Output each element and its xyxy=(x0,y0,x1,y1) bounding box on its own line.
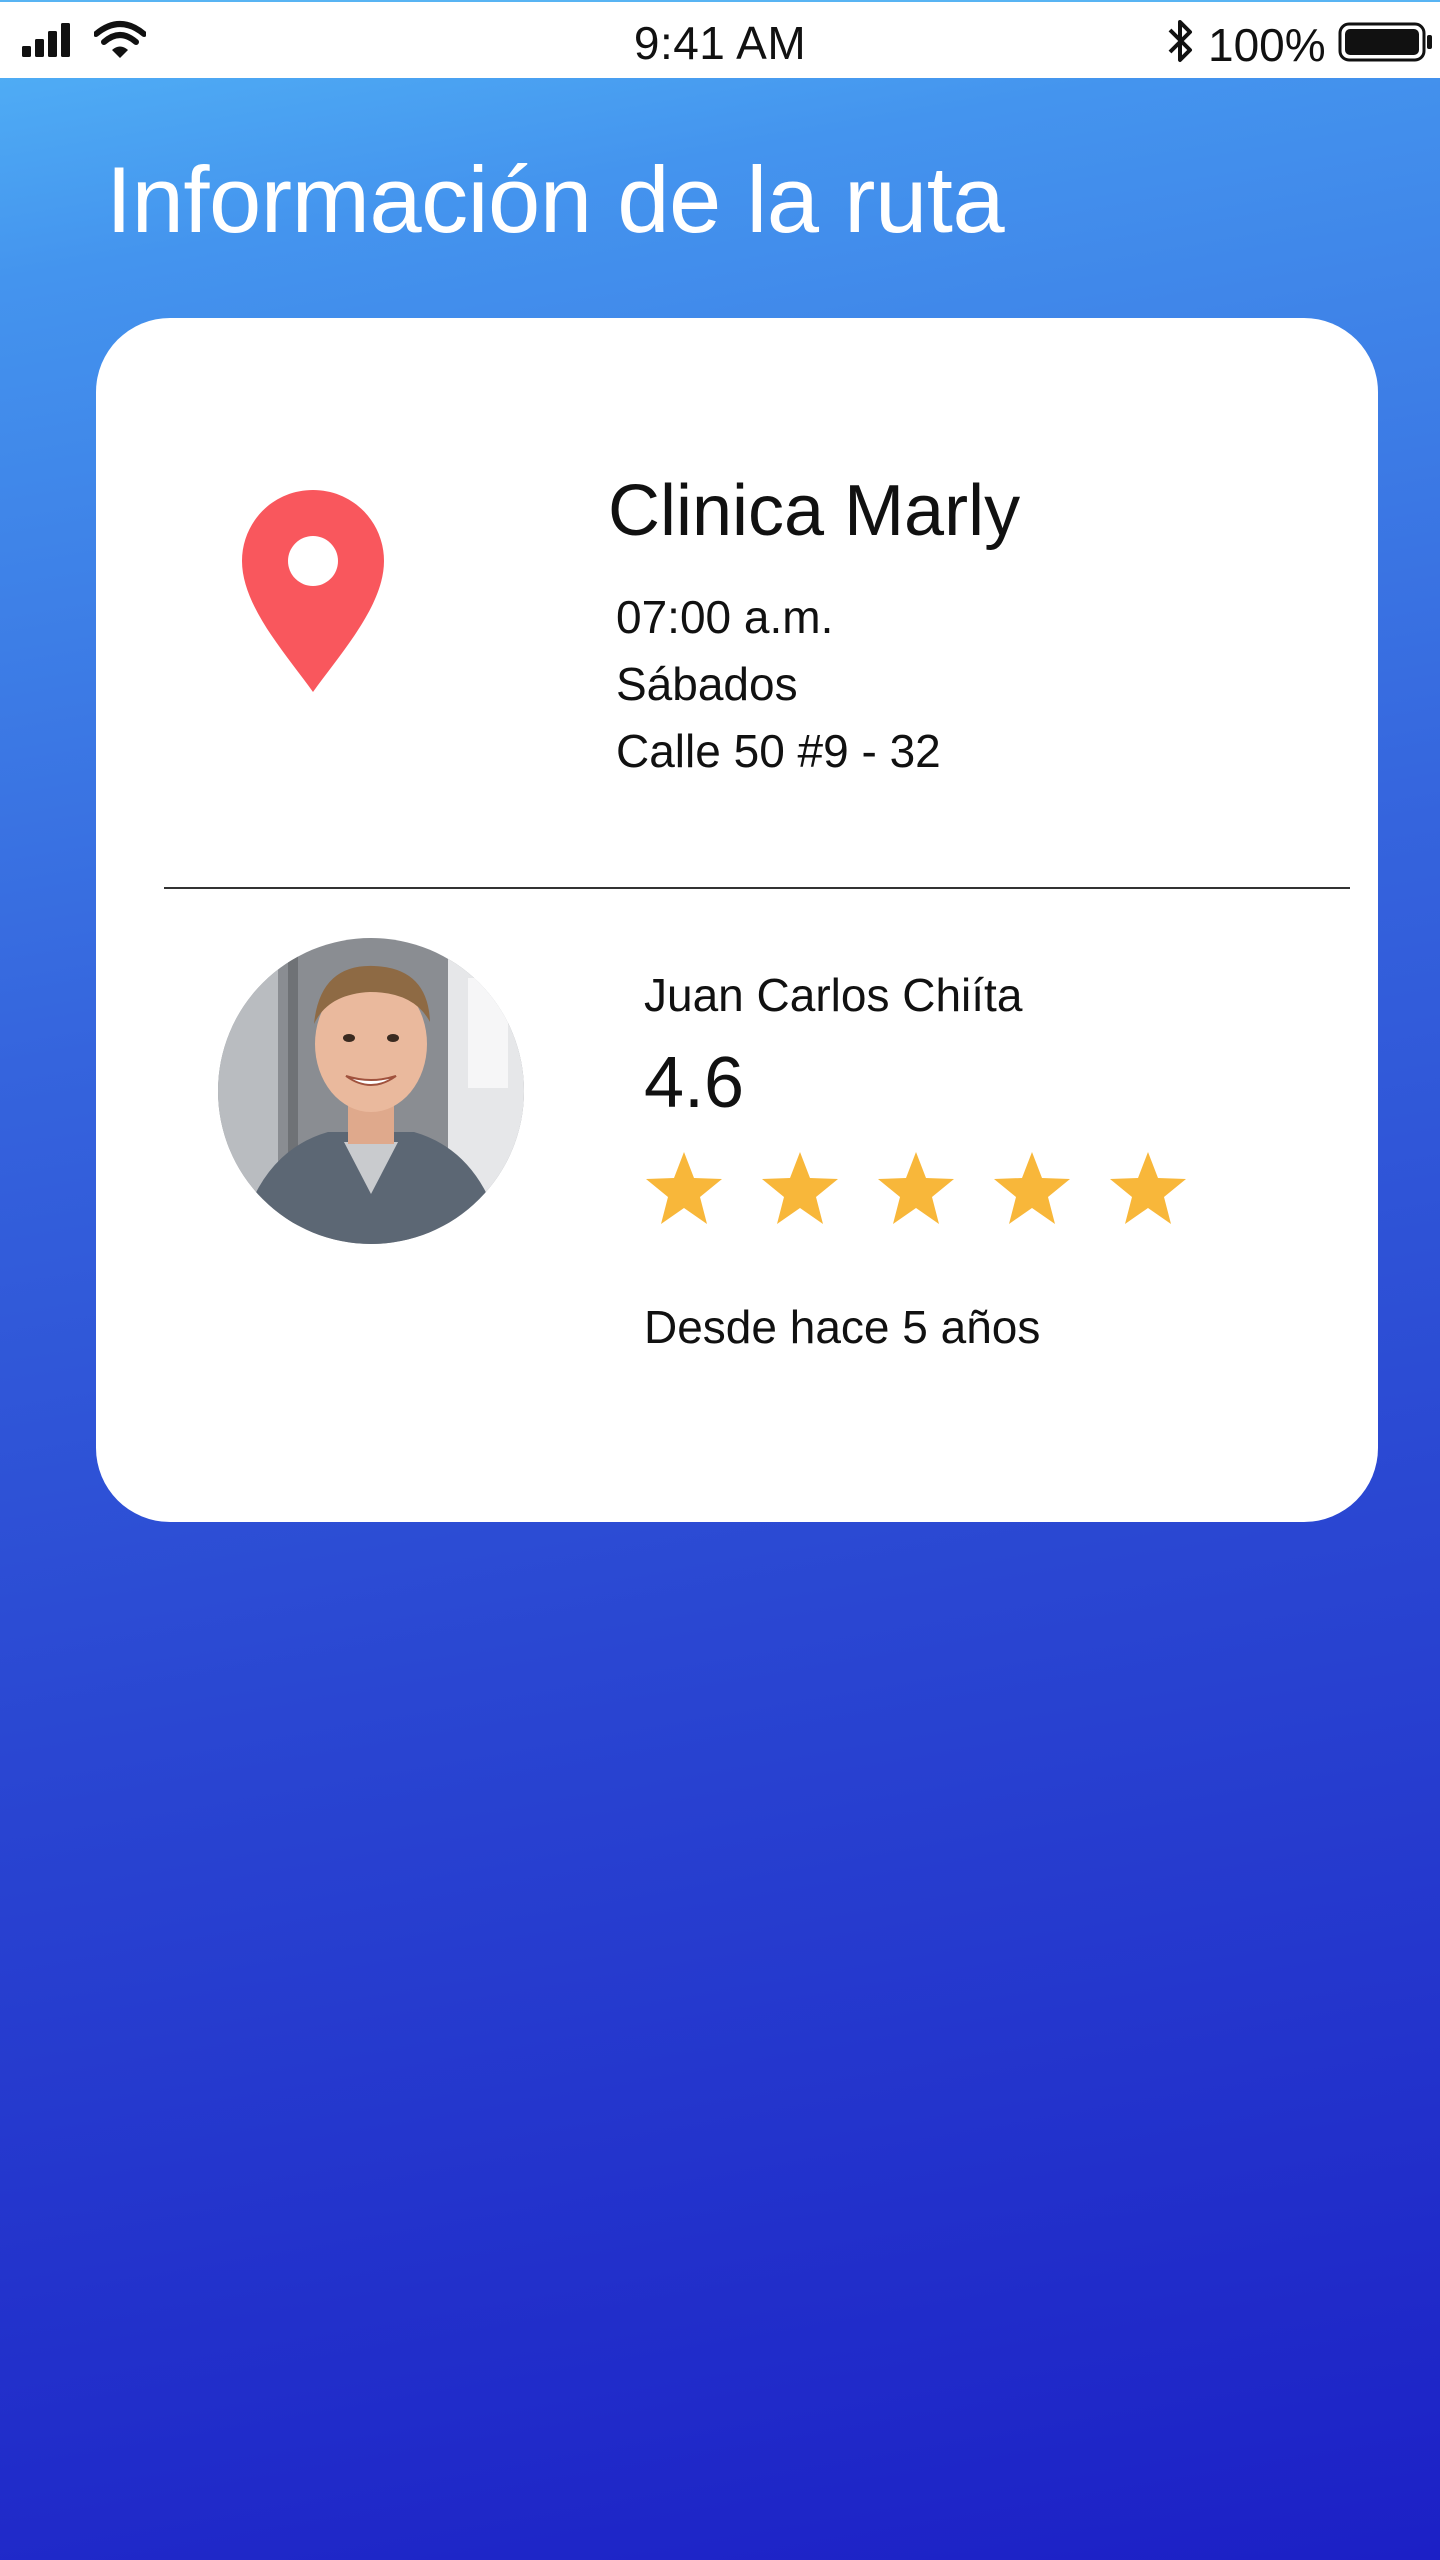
divider xyxy=(164,887,1350,889)
driver-name: Juan Carlos Chiíta xyxy=(644,969,1023,1021)
star-icon xyxy=(646,1152,722,1224)
star-icon xyxy=(762,1152,838,1224)
driver-since: Desde hace 5 años xyxy=(644,1301,1041,1353)
location-pin-icon xyxy=(242,490,384,692)
driver-rating: 4.6 xyxy=(644,1043,745,1123)
route-info-card: Clinica Marly 07:00 a.m. Sábados Calle 5… xyxy=(96,318,1378,1522)
star-icon xyxy=(1110,1152,1186,1224)
status-bar: 9:41 AM 100% xyxy=(0,0,1440,78)
place-name: Clinica Marly xyxy=(608,471,1021,551)
battery-percentage: 100% xyxy=(1208,19,1326,71)
page-title: Información de la ruta xyxy=(106,147,1005,252)
star-icon xyxy=(878,1152,954,1224)
route-address: Calle 50 #9 - 32 xyxy=(616,725,941,777)
battery-icon xyxy=(1338,22,1432,62)
bluetooth-icon xyxy=(1168,20,1192,62)
star-icon xyxy=(994,1152,1070,1224)
star-rating xyxy=(644,1148,1244,1228)
route-day: Sábados xyxy=(616,658,798,710)
route-time: 07:00 a.m. xyxy=(616,591,834,643)
driver-avatar xyxy=(218,938,524,1244)
